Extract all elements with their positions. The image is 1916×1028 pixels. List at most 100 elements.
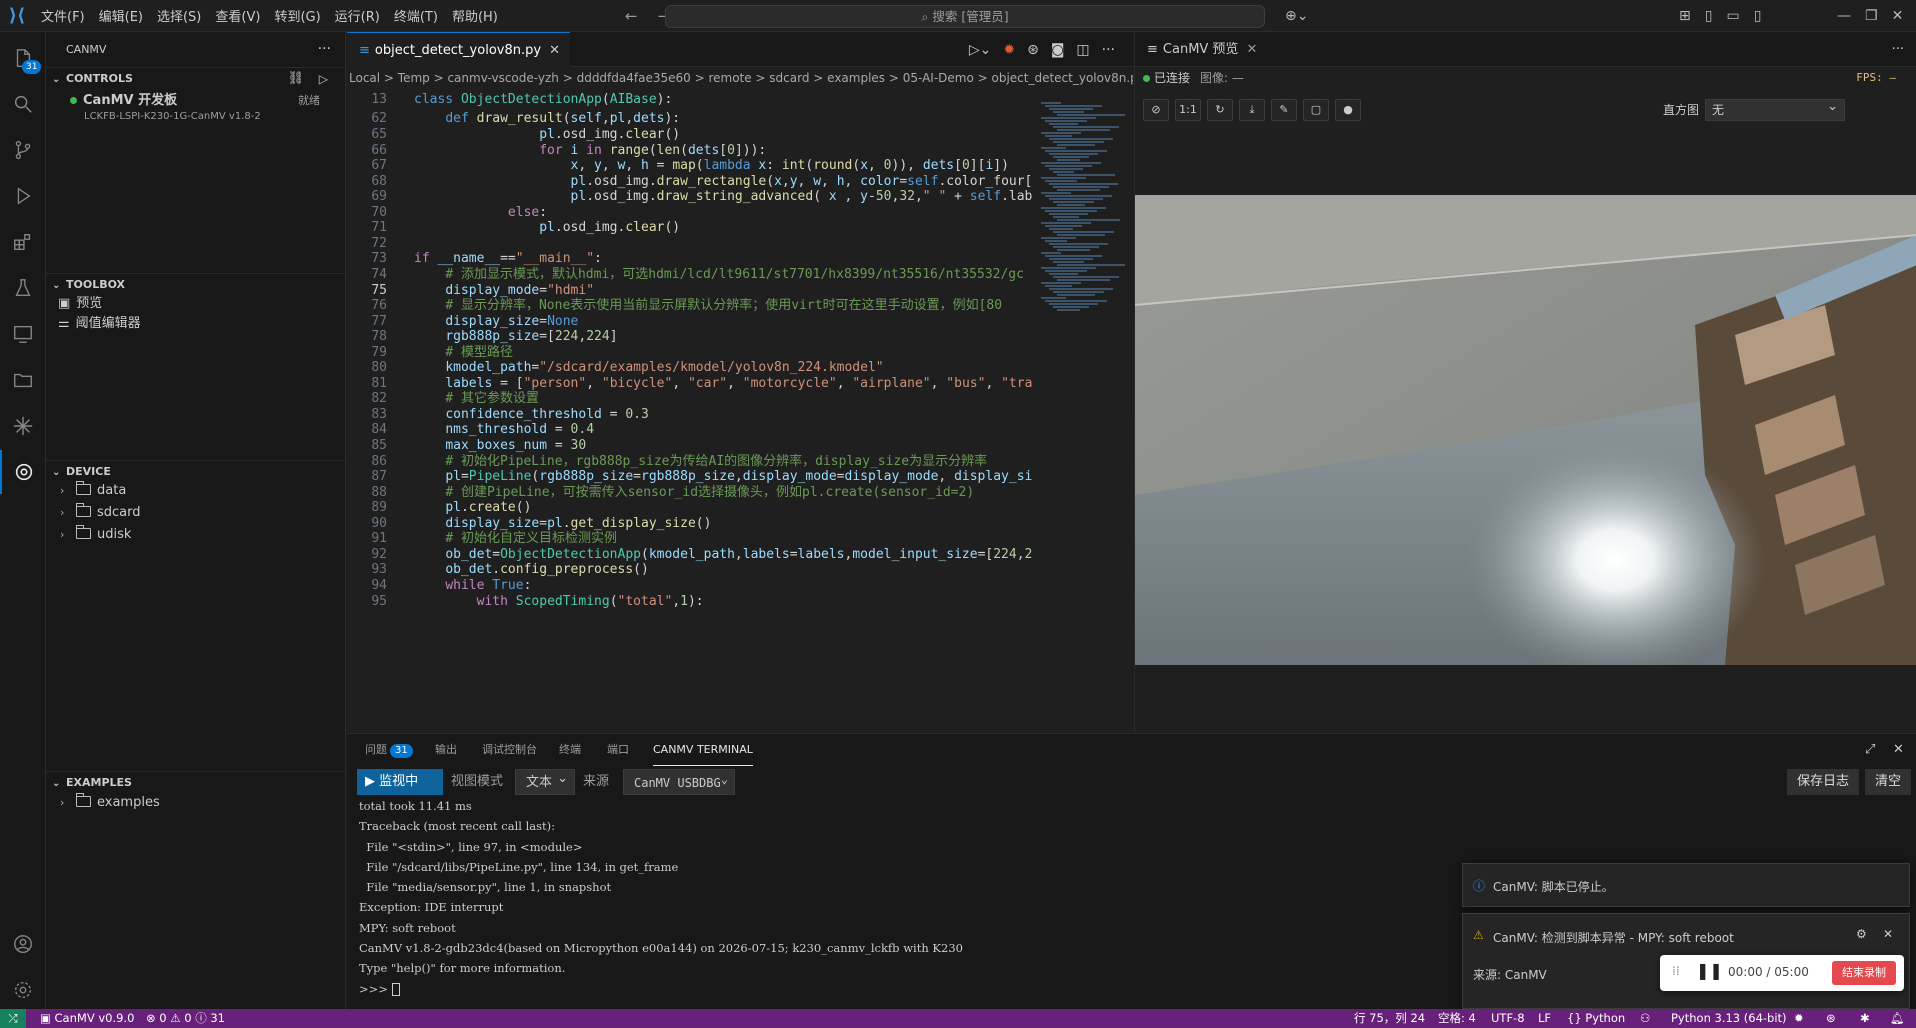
source-select[interactable]: CanMV USBDBG: [623, 766, 735, 795]
stop-recording-button[interactable]: 结束录制: [1832, 961, 1896, 985]
status-encoding[interactable]: UTF-8: [1491, 1009, 1525, 1028]
device-section-header[interactable]: ⌄ DEVICE: [46, 460, 346, 482]
split-editor-icon[interactable]: ◫: [1076, 42, 1089, 58]
histogram-select[interactable]: 无: [1705, 97, 1845, 121]
status-cursor-position[interactable]: 行 75，列 24: [1354, 1009, 1425, 1028]
controls-section-header[interactable]: ⌄ CONTROLS ⛓ ▷: [46, 67, 346, 89]
menu-item-3[interactable]: 查看(V): [208, 6, 267, 25]
close-tab-icon[interactable]: ✕: [1246, 42, 1257, 57]
menu-item-0[interactable]: 文件(F): [34, 6, 92, 25]
toggle-panel-icon[interactable]: ▭: [1726, 8, 1739, 24]
copilot-icon[interactable]: ⊛: [1826, 1009, 1836, 1028]
monitor-button[interactable]: ▶ 监视中: [357, 769, 443, 795]
run-icon[interactable]: ▷: [319, 68, 328, 90]
toggle-sidebar-icon[interactable]: ▯: [1705, 8, 1713, 24]
edit-button[interactable]: ✎: [1271, 99, 1297, 121]
menu-item-2[interactable]: 选择(S): [150, 6, 208, 25]
close-icon[interactable]: ✕: [1883, 927, 1893, 941]
code-area[interactable]: 13 class ObjectDetectionApp(AIBase): 62 de…: [347, 90, 1033, 732]
text-mode-select[interactable]: 文本: [515, 766, 575, 795]
extensions-icon[interactable]: [0, 220, 46, 264]
tab-debug-console[interactable]: 调试控制台: [482, 734, 537, 766]
source-control-icon[interactable]: [0, 128, 46, 172]
device-folder-data[interactable]: › data: [46, 480, 346, 502]
run-file-icon[interactable]: ▷⌄: [969, 42, 992, 58]
tab-terminal[interactable]: 终端: [559, 734, 581, 766]
preview-tab[interactable]: ≡ CanMV 预览 ✕ ···: [1135, 32, 1916, 67]
status-canmv-version[interactable]: ▣ CanMV v0.9.0: [40, 1009, 134, 1028]
explorer-icon[interactable]: 31: [0, 36, 46, 80]
testing-icon[interactable]: [0, 266, 46, 310]
save-log-button[interactable]: 保存日志: [1787, 769, 1860, 795]
account-icon[interactable]: [0, 922, 46, 966]
restore-icon[interactable]: ❐: [1865, 8, 1878, 24]
editor-tab-object-detect[interactable]: ≡ object_detect_yolov8n.py ✕: [347, 32, 570, 67]
fit-button[interactable]: ▢: [1303, 99, 1329, 121]
toolbox-item-threshold-editor[interactable]: ⚌ 阈值编辑器: [46, 313, 346, 335]
link-icon[interactable]: ⛓: [287, 68, 304, 90]
close-window-icon[interactable]: ✕: [1892, 8, 1904, 24]
device-folder-udisk[interactable]: › udisk: [46, 524, 346, 546]
more-actions-icon[interactable]: ···: [318, 32, 331, 67]
status-problems[interactable]: ⊗ 0 ⚠ 0 ⓘ 31: [146, 1009, 225, 1028]
remote-explorer-icon[interactable]: [0, 312, 46, 356]
menu-item-1[interactable]: 编辑(E): [92, 6, 150, 25]
status-language[interactable]: {} Python: [1567, 1009, 1625, 1028]
settings-gear-icon[interactable]: ⚙: [1856, 927, 1867, 941]
save-image-button[interactable]: ⤓: [1239, 99, 1265, 121]
maximize-panel-icon[interactable]: ⤢: [1865, 734, 1875, 766]
terminal-output[interactable]: total took 11.41 ms Traceback (most recen…: [359, 796, 1359, 996]
examples-folder[interactable]: › examples: [46, 792, 346, 814]
code-line[interactable]: 95 with ScopedTiming("total",1):: [347, 592, 1033, 611]
examples-section-header[interactable]: ⌄ EXAMPLES: [46, 771, 346, 793]
more-actions-icon[interactable]: ···: [1102, 42, 1115, 58]
canmv-run-icon[interactable]: ✹: [1003, 42, 1015, 58]
tab-ports[interactable]: 端口: [607, 734, 629, 766]
tab-problems[interactable]: 问题 31: [365, 734, 413, 766]
status-indentation[interactable]: 空格: 4: [1438, 1009, 1476, 1028]
customize-layout-icon[interactable]: ⊞: [1679, 8, 1691, 24]
close-panel-icon[interactable]: ✕: [1893, 734, 1904, 766]
toolbox-section-header[interactable]: ⌄ TOOLBOX: [46, 273, 346, 295]
zoom-1-1-button[interactable]: 1:1: [1175, 99, 1201, 121]
canmv-status-icon[interactable]: ✹: [1794, 1009, 1804, 1028]
status-eol[interactable]: LF: [1538, 1009, 1551, 1028]
menu-item-6[interactable]: 终端(T): [387, 6, 445, 25]
bug-icon[interactable]: ✱: [1860, 1009, 1870, 1028]
copilot-status-icon[interactable]: ⚇: [1640, 1009, 1650, 1028]
canmv-icon[interactable]: [0, 404, 46, 448]
search-icon[interactable]: [0, 82, 46, 126]
command-center-search[interactable]: ⌕ 搜索 [管理员]: [665, 5, 1265, 28]
copilot-chat-icon[interactable]: ⊛: [1027, 42, 1039, 58]
drag-handle-icon[interactable]: ⁞⁞: [1672, 964, 1680, 978]
tab-canmv-terminal[interactable]: CANMV TERMINAL: [653, 734, 753, 766]
rotate-button[interactable]: ↻: [1207, 99, 1233, 121]
menu-item-4[interactable]: 转到(G): [267, 6, 327, 25]
run-debug-icon[interactable]: [0, 174, 46, 218]
breadcrumb[interactable]: Local > Temp > canmv-vscode-yzh > ddddfd…: [347, 67, 1133, 89]
back-arrow-icon[interactable]: ←: [625, 7, 638, 25]
menu-item-5[interactable]: 运行(R): [328, 6, 387, 25]
pause-icon[interactable]: ❚❚: [1696, 961, 1723, 980]
toast-script-stopped[interactable]: ⓘ CanMV: 脚本已停止。: [1462, 863, 1910, 907]
toolbox-item-preview[interactable]: ▣ 预览: [46, 293, 346, 315]
minimize-icon[interactable]: —: [1837, 8, 1851, 24]
window-controls[interactable]: — ❐ ✕: [1830, 0, 1910, 32]
status-interpreter[interactable]: Python 3.13 (64-bit): [1671, 1009, 1787, 1028]
disable-preview-button[interactable]: ⊘: [1143, 99, 1169, 121]
stop-icon[interactable]: ◙: [1051, 42, 1065, 58]
device-folder-sdcard[interactable]: › sdcard: [46, 502, 346, 524]
clear-button[interactable]: 清空: [1865, 769, 1912, 795]
minimap[interactable]: [1037, 90, 1125, 732]
settings-gear-icon[interactable]: [0, 968, 46, 1012]
toggle-secondary-sidebar-icon[interactable]: ▯: [1754, 8, 1762, 24]
more-actions-icon[interactable]: ···: [1892, 32, 1904, 67]
notifications-bell-icon[interactable]: 🔔︎: [1890, 1009, 1905, 1028]
tab-output[interactable]: 输出: [435, 734, 457, 766]
copilot-icon[interactable]: ⊕⌄: [1278, 0, 1315, 32]
close-tab-icon[interactable]: ✕: [549, 43, 560, 58]
layout-controls[interactable]: ⊞ ▯ ▭ ▯: [1672, 0, 1768, 32]
code-line[interactable]: 13 class ObjectDetectionApp(AIBase):: [347, 90, 1033, 109]
canmv-device-icon[interactable]: [0, 450, 46, 494]
remote-indicator-icon[interactable]: ⤮: [0, 1009, 26, 1028]
